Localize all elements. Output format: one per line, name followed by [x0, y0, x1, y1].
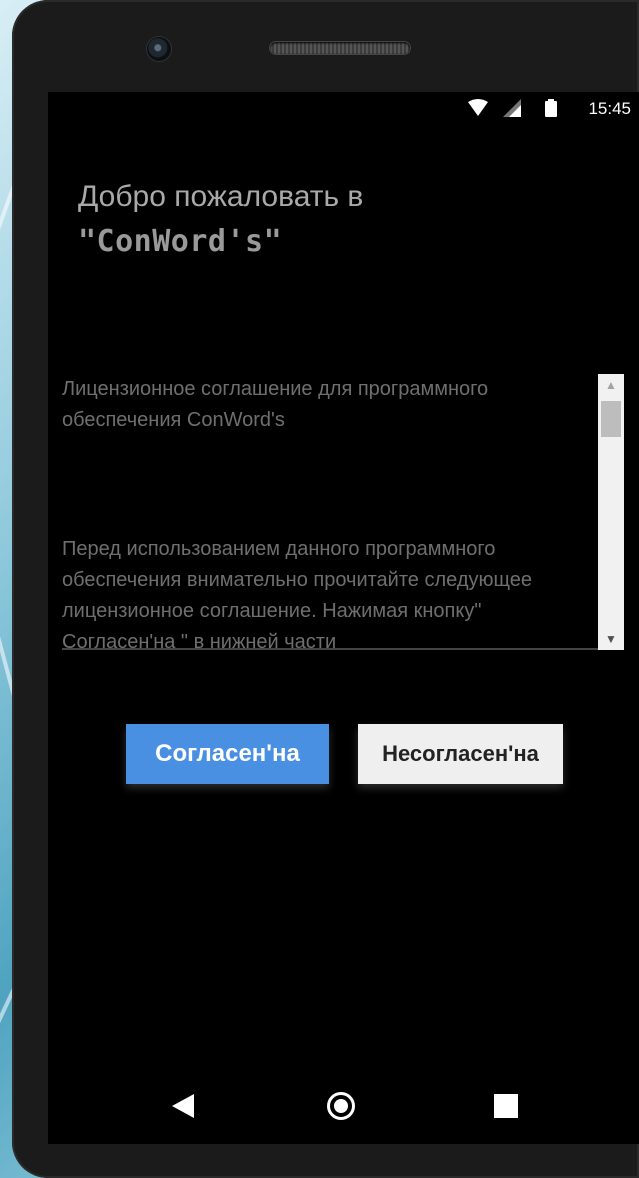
battery-icon [545, 99, 557, 117]
status-bar: 15:45 [48, 92, 639, 126]
welcome-title: Добро пожаловать в [78, 180, 364, 213]
license-scrollbar[interactable]: ▲ ▼ [598, 374, 624, 650]
phone-screen: 15:45 Добро пожаловать в "ConWord's" Лиц… [48, 92, 639, 1144]
license-text-area[interactable]: Лицензионное соглашение для программного… [62, 374, 596, 650]
back-icon[interactable] [172, 1094, 194, 1118]
status-time: 15:45 [588, 99, 631, 118]
disagree-button[interactable]: Несогласен'на [358, 724, 563, 784]
scroll-up-arrow-icon[interactable]: ▲ [598, 374, 624, 396]
signal-icon [503, 99, 521, 117]
agree-button[interactable]: Согласен'на [126, 724, 329, 784]
app-name: "ConWord's" [78, 224, 283, 259]
text-area-border [62, 648, 624, 650]
front-camera [147, 37, 171, 61]
scroll-down-arrow-icon[interactable]: ▼ [598, 628, 624, 650]
license-body: Перед использованием данного программног… [62, 538, 532, 650]
phone-frame: 15:45 Добро пожаловать в "ConWord's" Лиц… [12, 0, 639, 1178]
earpiece-speaker [270, 42, 410, 54]
wifi-icon [468, 99, 488, 116]
recent-apps-icon[interactable] [494, 1094, 518, 1118]
scroll-thumb[interactable] [601, 401, 621, 437]
home-icon[interactable] [327, 1092, 355, 1120]
license-title: Лицензионное соглашение для программного… [62, 378, 489, 431]
